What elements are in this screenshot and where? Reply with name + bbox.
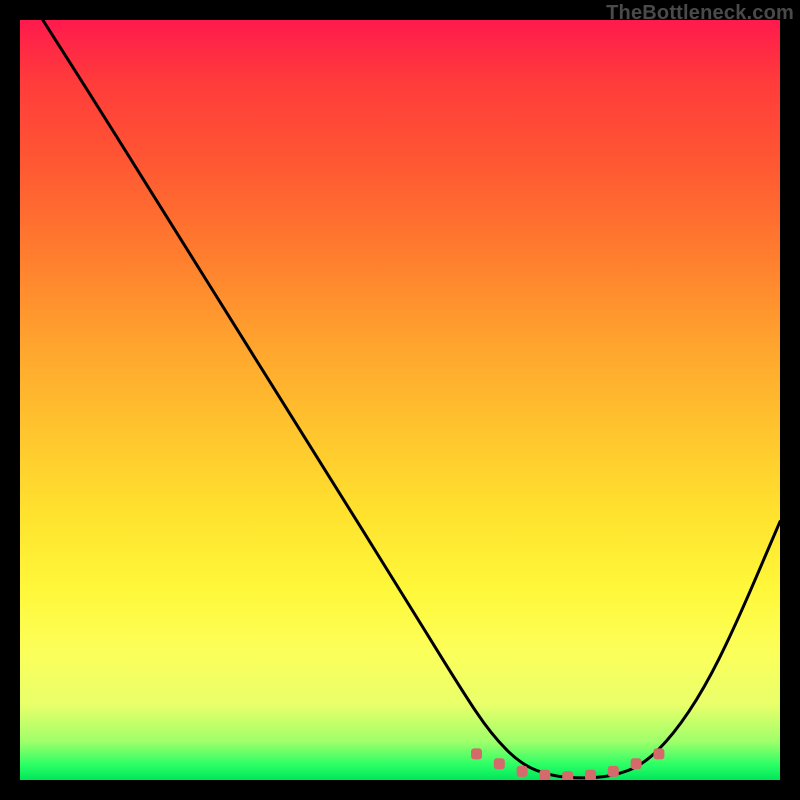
marker-dot — [562, 771, 573, 780]
marker-dot — [517, 766, 528, 777]
marker-dot — [539, 770, 550, 780]
marker-dot — [631, 758, 642, 769]
marker-dot — [608, 766, 619, 777]
curve-markers — [471, 748, 664, 780]
plot-area — [20, 20, 780, 780]
marker-dot — [585, 770, 596, 780]
chart-frame — [20, 20, 780, 780]
marker-dot — [494, 758, 505, 769]
marker-dot — [471, 748, 482, 759]
chart-svg — [20, 20, 780, 780]
watermark-text: TheBottleneck.com — [606, 2, 794, 25]
marker-dot — [653, 748, 664, 759]
bottleneck-curve — [43, 20, 780, 778]
